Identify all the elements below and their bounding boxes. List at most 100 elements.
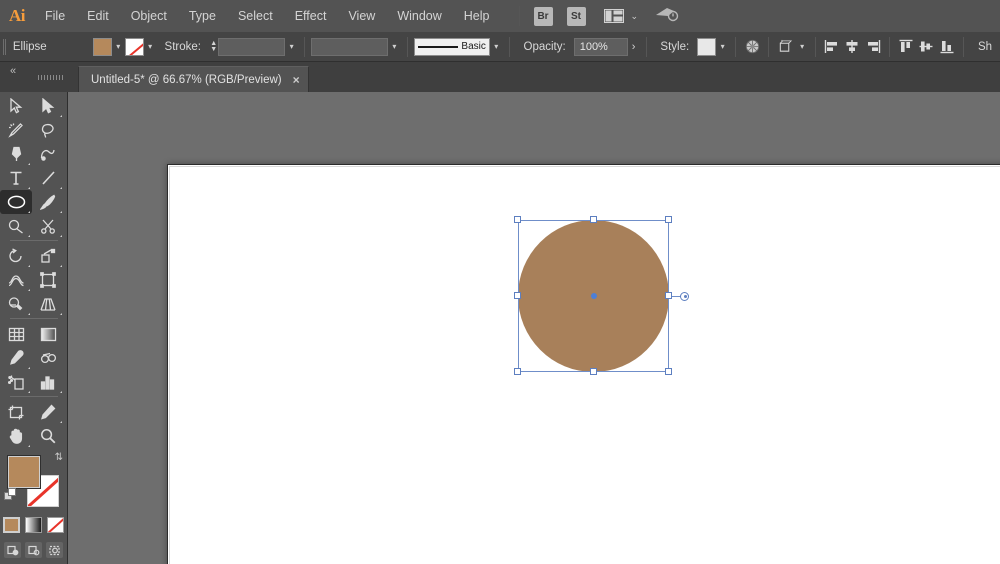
- transform-chevron-down-icon[interactable]: ▾: [796, 38, 809, 56]
- menu-item-edit[interactable]: Edit: [76, 0, 120, 32]
- tool-group-indicator-icon: [28, 187, 30, 189]
- perspective-grid-tool[interactable]: [32, 292, 64, 316]
- default-fill-stroke-icon[interactable]: [4, 488, 18, 507]
- menu-item-type[interactable]: Type: [178, 0, 227, 32]
- menu-item-file[interactable]: File: [34, 0, 76, 32]
- toolbar-drag-grip[interactable]: [26, 62, 76, 92]
- stroke-chevron-down-icon[interactable]: ▾: [144, 38, 157, 56]
- fill-chevron-down-icon[interactable]: ▾: [112, 38, 125, 56]
- fill-color-swatch[interactable]: [93, 38, 112, 56]
- stroke-color-swatch[interactable]: [125, 38, 144, 56]
- control-divider: [646, 37, 647, 57]
- shaper-pencil-tool[interactable]: [0, 214, 32, 238]
- color-swatch[interactable]: [3, 517, 20, 533]
- draw-behind-mode[interactable]: [25, 542, 42, 558]
- ellipse-tool[interactable]: [0, 190, 32, 214]
- rotate-tool[interactable]: [0, 244, 32, 268]
- opacity-expand-arrow-icon[interactable]: ›: [628, 38, 640, 56]
- column-graph-tool[interactable]: [32, 370, 64, 394]
- slice-tool[interactable]: [32, 400, 64, 424]
- collapse-panel-icon[interactable]: «: [0, 62, 26, 92]
- type-tool[interactable]: [0, 166, 32, 190]
- menu-item-view[interactable]: View: [337, 0, 386, 32]
- document-tab-title: Untitled-5* @ 66.67% (RGB/Preview): [91, 74, 282, 86]
- curvature-tool[interactable]: [32, 142, 64, 166]
- gradient-tool[interactable]: [32, 322, 64, 346]
- style-chevron-down-icon[interactable]: ▾: [716, 38, 729, 56]
- document-tab[interactable]: Untitled-5* @ 66.67% (RGB/Preview) ×: [78, 66, 309, 92]
- menu-item-object[interactable]: Object: [120, 0, 178, 32]
- align-right-icon[interactable]: [862, 36, 882, 58]
- shape-builder-tool[interactable]: [0, 292, 32, 316]
- width-profile-chevron-down-icon[interactable]: ▾: [388, 38, 401, 56]
- none-swatch[interactable]: [47, 517, 64, 533]
- menu-bar: Ai File Edit Object Type Select Effect V…: [0, 0, 1000, 32]
- menu-item-select[interactable]: Select: [227, 0, 284, 32]
- draw-normal-mode[interactable]: [4, 542, 21, 558]
- mesh-tool[interactable]: [0, 322, 32, 346]
- gradient-swatch[interactable]: [25, 517, 42, 533]
- fill-swatch[interactable]: [8, 456, 40, 488]
- swap-fill-stroke-icon[interactable]: ⇅: [55, 452, 63, 463]
- selection-handle-bottom-center[interactable]: [590, 368, 597, 375]
- selection-tool[interactable]: [0, 94, 32, 118]
- align-vertical-center-icon[interactable]: [916, 36, 936, 58]
- width-warp-tool[interactable]: [0, 268, 32, 292]
- selection-handle-middle-left[interactable]: [514, 292, 521, 299]
- selection-handle-top-right[interactable]: [665, 216, 672, 223]
- scissors-eraser-tool[interactable]: [32, 214, 64, 238]
- opacity-input[interactable]: 100%: [574, 38, 628, 56]
- selection-handle-top-center[interactable]: [590, 216, 597, 223]
- blend-tool[interactable]: [32, 346, 64, 370]
- eyedropper-tool[interactable]: [0, 346, 32, 370]
- variable-width-profile-dropdown[interactable]: [311, 38, 388, 56]
- lasso-tool[interactable]: [32, 118, 64, 142]
- brush-definition-dropdown[interactable]: Basic: [414, 38, 490, 56]
- control-divider: [407, 37, 408, 57]
- magic-wand-tool[interactable]: [0, 118, 32, 142]
- stock-button[interactable]: St: [567, 7, 586, 26]
- align-left-icon[interactable]: [821, 36, 841, 58]
- stroke-weight-chevron-down-icon[interactable]: ▾: [285, 38, 298, 56]
- symbol-sprayer-tool[interactable]: [0, 370, 32, 394]
- stroke-weight-stepper[interactable]: ▲▼: [209, 38, 218, 56]
- control-divider: [509, 37, 510, 57]
- align-bottom-icon[interactable]: [937, 36, 957, 58]
- stroke-weight-input[interactable]: [218, 38, 285, 56]
- control-bar-overflow-label[interactable]: Sh: [970, 41, 1000, 53]
- pen-tool[interactable]: [0, 142, 32, 166]
- brush-chevron-down-icon[interactable]: ▾: [490, 38, 503, 56]
- menu-item-effect[interactable]: Effect: [284, 0, 338, 32]
- control-bar-grip[interactable]: [0, 32, 7, 62]
- tool-group-indicator-icon: [60, 115, 62, 117]
- bridge-button[interactable]: Br: [534, 7, 553, 26]
- workspace-chevron-down-icon[interactable]: ⌄: [631, 11, 639, 22]
- line-segment-tool[interactable]: [32, 166, 64, 190]
- artboard-tool[interactable]: [0, 400, 32, 424]
- scale-tool[interactable]: [32, 244, 64, 268]
- close-icon[interactable]: ×: [293, 73, 300, 87]
- search-adobe-stock-icon[interactable]: [654, 5, 680, 28]
- rotation-handle[interactable]: [680, 292, 689, 301]
- align-horizontal-center-icon[interactable]: [842, 36, 862, 58]
- paintbrush-tool[interactable]: [32, 190, 64, 214]
- recolor-artwork-globe-icon[interactable]: [742, 36, 762, 58]
- zoom-tool[interactable]: [32, 424, 64, 448]
- selection-handle-bottom-right[interactable]: [665, 368, 672, 375]
- tool-group-indicator-icon: [28, 163, 30, 165]
- draw-inside-mode[interactable]: [46, 542, 63, 558]
- control-divider: [963, 37, 964, 57]
- workspace-layout-icon[interactable]: [604, 8, 626, 24]
- selection-handle-middle-right[interactable]: [665, 292, 672, 299]
- selection-handle-top-left[interactable]: [514, 216, 521, 223]
- direct-selection-tool[interactable]: [32, 94, 64, 118]
- align-top-icon[interactable]: [896, 36, 916, 58]
- hand-tool[interactable]: [0, 424, 32, 448]
- graphic-style-swatch[interactable]: [697, 38, 716, 56]
- canvas-area[interactable]: [68, 92, 1000, 564]
- transform-shape-icon[interactable]: [775, 36, 795, 58]
- menu-item-window[interactable]: Window: [386, 0, 452, 32]
- selection-handle-bottom-left[interactable]: [514, 368, 521, 375]
- free-transform-tool[interactable]: [32, 268, 64, 292]
- menu-item-help[interactable]: Help: [453, 0, 501, 32]
